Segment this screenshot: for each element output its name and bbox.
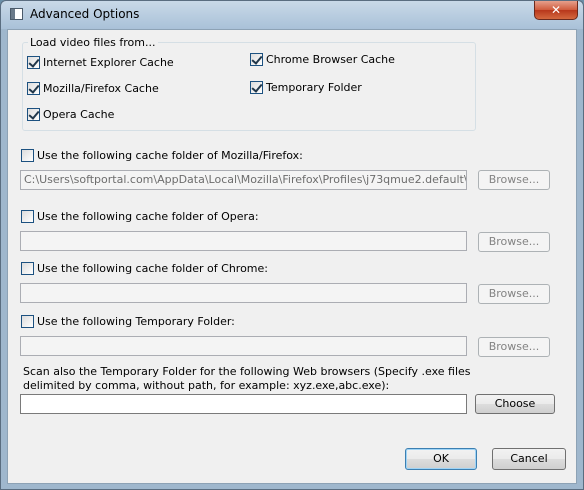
chrome-cache-checkbox-box[interactable] (250, 53, 263, 66)
scan-description-line1: Scan also the Temporary Folder for the f… (23, 365, 471, 378)
cancel-button[interactable]: Cancel (492, 448, 566, 470)
ok-button[interactable]: OK (405, 448, 477, 470)
close-button[interactable]: ✕ (534, 1, 578, 20)
use-chrome-folder-label: Use the following cache folder of Chrome… (37, 262, 268, 275)
temp-browse-button[interactable]: Browse... (478, 337, 550, 357)
ie-cache-checkbox-box[interactable] (27, 56, 40, 69)
use-opera-folder-box[interactable] (21, 210, 34, 223)
use-temp-folder-checkbox[interactable]: Use the following Temporary Folder: (21, 315, 235, 328)
opera-cache-label: Opera Cache (43, 108, 115, 121)
temp-folder-label: Temporary Folder (266, 81, 362, 94)
scan-description-line2: delimited by comma, without path, for ex… (23, 379, 390, 392)
chrome-folder-field[interactable] (20, 283, 467, 303)
load-video-group-title: Load video files from... (28, 36, 158, 49)
chrome-browse-button[interactable]: Browse... (478, 284, 550, 304)
opera-cache-checkbox-box[interactable] (27, 108, 40, 121)
title-bar[interactable]: Advanced Options ✕ (1, 1, 583, 29)
opera-browse-button[interactable]: Browse... (478, 232, 550, 252)
temp-folder-checkbox[interactable]: Temporary Folder (250, 81, 362, 94)
dialog-client-area: Load video files from... Internet Explor… (7, 29, 577, 484)
ie-cache-label: Internet Explorer Cache (43, 56, 174, 69)
chrome-cache-label: Chrome Browser Cache (266, 53, 395, 66)
close-icon: ✕ (550, 3, 562, 17)
choose-button[interactable]: Choose (475, 394, 555, 414)
window-title: Advanced Options (30, 7, 140, 21)
use-temp-folder-box[interactable] (21, 315, 34, 328)
firefox-cache-label: Mozilla/Firefox Cache (43, 82, 159, 95)
use-temp-folder-label: Use the following Temporary Folder: (37, 315, 235, 328)
use-opera-folder-checkbox[interactable]: Use the following cache folder of Opera: (21, 210, 259, 223)
ie-cache-checkbox[interactable]: Internet Explorer Cache (27, 56, 174, 69)
mozilla-folder-field[interactable]: C:\Users\softportal.com\AppData\Local\Mo… (20, 170, 467, 190)
window-icon (10, 8, 23, 20)
mozilla-browse-button[interactable]: Browse... (478, 170, 550, 190)
use-chrome-folder-box[interactable] (21, 262, 34, 275)
load-video-group: Load video files from... Internet Explor… (22, 36, 476, 131)
opera-cache-checkbox[interactable]: Opera Cache (27, 108, 114, 121)
use-mozilla-folder-box[interactable] (21, 149, 34, 162)
chrome-cache-checkbox[interactable]: Chrome Browser Cache (250, 53, 395, 66)
use-mozilla-folder-checkbox[interactable]: Use the following cache folder of Mozill… (21, 149, 303, 162)
scan-browsers-field[interactable] (20, 394, 467, 414)
use-opera-folder-label: Use the following cache folder of Opera: (37, 210, 259, 223)
advanced-options-window: Advanced Options ✕ Load video files from… (0, 0, 584, 490)
firefox-cache-checkbox[interactable]: Mozilla/Firefox Cache (27, 82, 159, 95)
use-mozilla-folder-label: Use the following cache folder of Mozill… (37, 149, 303, 162)
opera-folder-field[interactable] (20, 231, 467, 251)
temp-folder-field[interactable] (20, 336, 467, 356)
use-chrome-folder-checkbox[interactable]: Use the following cache folder of Chrome… (21, 262, 268, 275)
firefox-cache-checkbox-box[interactable] (27, 82, 40, 95)
temp-folder-checkbox-box[interactable] (250, 81, 263, 94)
